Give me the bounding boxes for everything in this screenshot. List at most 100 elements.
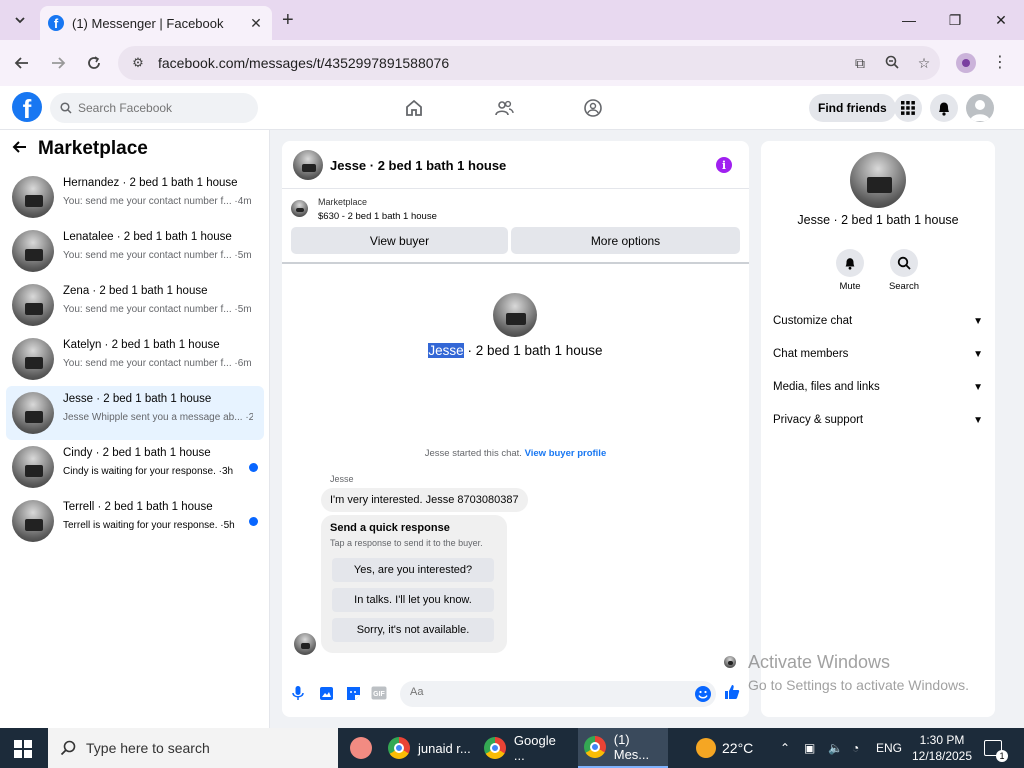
taskbar-app-chrome-3[interactable]: (1) Mes... [578,728,668,768]
gif-icon[interactable]: GIF [371,685,387,701]
quick-reply-yes[interactable]: Yes, are you interested? [332,558,494,582]
conversation-snippet: You: send me your contact number f... ·5… [63,304,252,315]
chat-title[interactable]: Jesse · 2 bed 1 bath 1 house [330,158,506,173]
chat-details-panel: Jesse · 2 bed 1 bath 1 house Mute Search… [761,141,995,717]
view-buyer-button[interactable]: View buyer [291,227,508,254]
chat-started-note: Jesse started this chat. View buyer prof… [282,448,749,459]
browser-menu-icon[interactable]: ⋮ [992,52,1008,72]
marketplace-conversation-list: Marketplace Hernandez · 2 bed 1 bath 1 h… [0,130,270,728]
conversation-item[interactable]: Hernandez · 2 bed 1 bath 1 house You: sen… [6,170,264,224]
conversation-avatar [12,392,54,434]
chat-header: Jesse · 2 bed 1 bath 1 house i [282,141,749,189]
conversation-item[interactable]: Jesse · 2 bed 1 bath 1 house Jesse Whippl… [6,386,264,440]
facebook-logo-icon[interactable]: f [12,92,42,122]
weather-sun-icon [696,738,716,758]
zoom-icon[interactable] [876,55,908,72]
taskbar-clock[interactable]: 1:30 PM 12/18/2025 [908,732,976,764]
facebook-search-input[interactable] [78,101,248,115]
message-input[interactable] [410,686,680,698]
site-info-icon[interactable]: ⚙ [124,55,152,71]
conversation-item[interactable]: Terrell · 2 bed 1 bath 1 house Terrell is… [6,494,264,548]
quick-reply-not-available[interactable]: Sorry, it's not available. [332,618,494,642]
conversation-snippet: You: send me your contact number f... ·4… [63,196,252,207]
chevron-down-icon: ▼ [973,381,983,393]
omnibox[interactable]: ⚙ facebook.com/messages/t/43529978915880… [118,46,940,80]
conversation-item[interactable]: Cindy · 2 bed 1 bath 1 house Cindy is wai… [6,440,264,494]
conversation-item[interactable]: Zena · 2 bed 1 bath 1 house You: send me … [6,278,264,332]
back-button[interactable] [10,51,34,75]
photo-icon[interactable] [318,685,334,701]
browser-tab-active[interactable]: f (1) Messenger | Facebook ✕ [40,6,272,40]
info-icon[interactable]: i [716,157,732,173]
menu-grid-button[interactable] [894,94,922,122]
tab-search-button[interactable] [6,8,34,32]
chevron-down-icon: ▼ [973,315,983,327]
chat-profile-avatar[interactable] [493,293,537,337]
notification-center-icon[interactable]: 1 [984,728,1008,768]
taskbar-search[interactable]: Type here to search [48,728,338,768]
details-name: Jesse · 2 bed 1 bath 1 house [797,213,959,227]
sticker-icon[interactable] [345,685,361,701]
minimize-button[interactable]: — [886,0,932,40]
customize-chat-item[interactable]: Customize chat ▼ [773,307,983,335]
reload-button[interactable] [82,51,106,75]
back-arrow-icon[interactable] [12,139,28,160]
details-avatar[interactable] [850,152,906,208]
friends-icon [495,100,514,116]
network-icon[interactable]: ◔ [852,728,859,768]
language-indicator[interactable]: ENG [876,728,902,768]
taskbar-app-chrome-2[interactable]: Google ... [484,728,570,768]
more-options-button[interactable]: More options [511,227,740,254]
emoji-icon[interactable] [695,686,711,702]
conversation-avatar [12,176,54,218]
chrome-icon [484,737,506,759]
bookmark-star-icon[interactable]: ☆ [908,55,940,72]
chat-members-item[interactable]: Chat members ▼ [773,340,983,368]
microphone-icon[interactable] [290,685,306,701]
conversation-item[interactable]: Katelyn · 2 bed 1 bath 1 house You: send … [6,332,264,386]
conversation-avatar [12,230,54,272]
quick-response-subtitle: Tap a response to send it to the buyer. [330,538,483,548]
notifications-button[interactable] [930,94,958,122]
conversation-name: Jesse · 2 bed 1 bath 1 house [63,393,212,405]
privacy-support-item[interactable]: Privacy & support ▼ [773,406,983,434]
nav-groups[interactable] [581,96,605,120]
volume-icon[interactable]: 🔈 [828,728,843,768]
media-files-item[interactable]: Media, files and links ▼ [773,373,983,401]
quick-response-title: Send a quick response [330,522,450,534]
search-chat-button[interactable] [890,249,918,277]
listing-title[interactable]: $630 - 2 bed 1 bath 1 house [318,211,437,222]
taskbar-app-paint[interactable] [350,728,380,768]
mute-button[interactable] [836,249,864,277]
restore-button[interactable]: ❐ [932,0,978,40]
nav-friends[interactable] [492,96,516,120]
taskbar-app-chrome-1[interactable]: junaid r... [388,728,474,768]
conversation-avatar [12,446,54,488]
like-thumb-icon[interactable] [723,683,741,701]
tab-title: (1) Messenger | Facebook [72,15,224,31]
tray-chevron-up-icon[interactable]: ⌃ [780,728,790,768]
url-text[interactable]: facebook.com/messages/t/4352997891588076 [158,55,844,71]
nav-home[interactable] [402,96,426,120]
forward-button[interactable] [46,51,70,75]
conversation-item[interactable]: Lenatalee · 2 bed 1 bath 1 house You: sen… [6,224,264,278]
new-tab-button[interactable]: + [282,9,294,32]
facebook-header: f Find friends [0,86,1024,130]
account-avatar[interactable] [966,94,994,122]
quick-reply-in-talks[interactable]: In talks. I'll let you know. [332,588,494,612]
close-window-button[interactable]: ✕ [978,0,1024,40]
incoming-message-bubble[interactable]: I'm very interested. Jesse 8703080387 [321,488,528,512]
close-tab-icon[interactable]: ✕ [248,15,264,32]
chat-header-avatar[interactable] [293,150,323,180]
find-friends-button[interactable]: Find friends [809,94,896,122]
search-label: Search [888,281,920,292]
weather-widget[interactable]: 22°C [696,728,753,768]
windows-start-icon[interactable] [14,740,32,758]
install-app-icon[interactable]: ⧉ [844,55,876,72]
facebook-search[interactable] [50,93,258,123]
view-buyer-profile-link[interactable]: View buyer profile [525,448,607,459]
message-input-container[interactable] [400,681,716,707]
tray-device-icon[interactable]: ▣ [804,728,815,768]
search-icon [897,256,911,270]
browser-profile-icon[interactable] [956,53,976,73]
